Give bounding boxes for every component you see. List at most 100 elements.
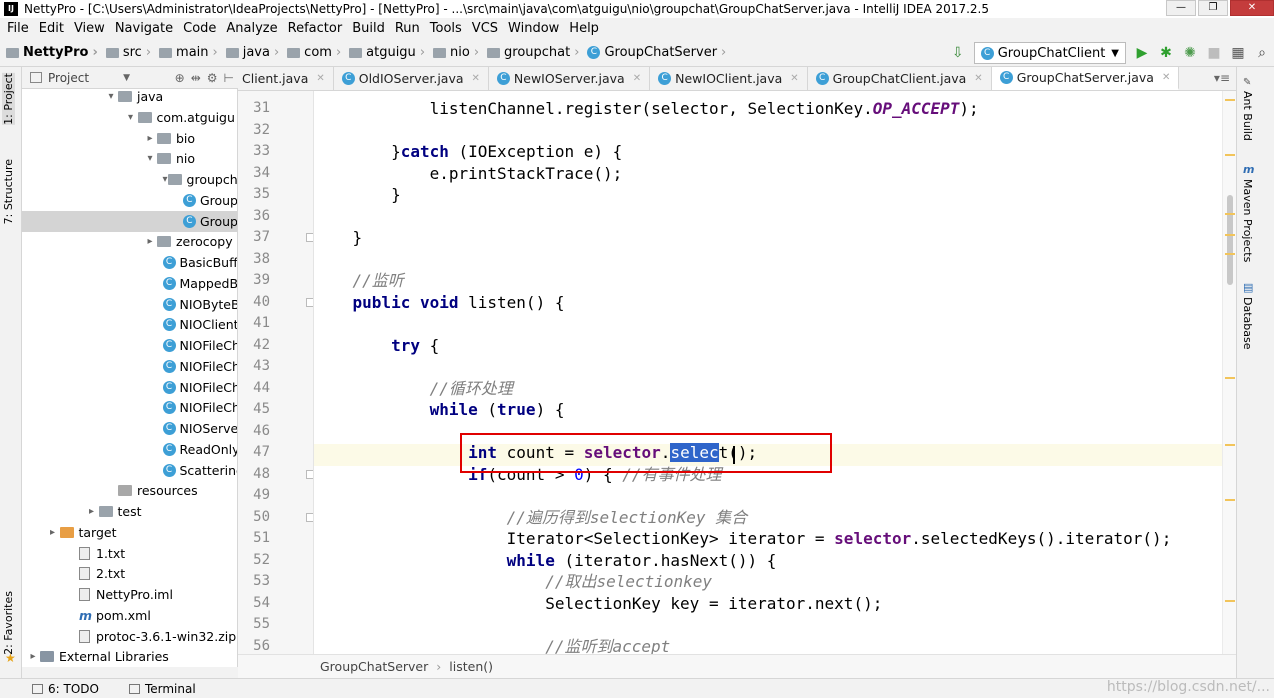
fold-marker-icon[interactable]	[306, 512, 313, 522]
tree-item[interactable]: C NIOFileCh	[22, 377, 237, 398]
menu-view[interactable]: View	[69, 21, 110, 36]
chevron-down-icon[interactable]: ▾	[104, 91, 118, 102]
tree-item[interactable]: C Scattering	[22, 460, 237, 481]
stop-icon[interactable]: ■	[1206, 45, 1222, 61]
menu-help[interactable]: Help	[564, 21, 604, 36]
nav-crumb[interactable]: groupchat ›	[481, 45, 581, 60]
close-icon[interactable]: ✕	[633, 73, 641, 84]
close-icon[interactable]: ✕	[790, 73, 798, 84]
maximize-button[interactable]: ❐	[1198, 0, 1228, 16]
tree-item[interactable]: ▸ External Libraries	[22, 646, 237, 667]
editor-tab[interactable]: C NewIOServer.java ✕	[489, 67, 651, 90]
editor-scrollbar[interactable]	[1222, 91, 1236, 654]
menu-file[interactable]: File	[2, 21, 34, 36]
tree-item[interactable]: ▾ groupchat	[22, 169, 238, 190]
chevron-right-icon[interactable]: ▸	[26, 651, 40, 662]
tree-item[interactable]: C NIOFileCh	[22, 335, 237, 356]
tree-item[interactable]: C MappedB	[22, 273, 237, 294]
tree-item[interactable]: resources	[22, 480, 237, 501]
todo-tool-button[interactable]: 6: TODO	[32, 682, 99, 696]
tree-item[interactable]: ▸ target	[22, 522, 237, 543]
scrollbar-thumb[interactable]	[1227, 195, 1233, 285]
chevron-right-icon[interactable]: ▸	[85, 506, 99, 517]
tree-item[interactable]: m pom.xml	[22, 605, 237, 626]
editor-tab[interactable]: C GroupChatServer.java ✕	[991, 67, 1180, 90]
menu-build[interactable]: Build	[347, 21, 390, 36]
collapse-icon[interactable]: ⇹	[191, 71, 201, 85]
maven-projects-tool-button[interactable]: Maven Projects	[1241, 179, 1254, 262]
breadcrumb-method[interactable]: listen()	[449, 659, 493, 674]
editor-tab[interactable]: C OldIOServer.java ✕	[334, 67, 489, 90]
menu-window[interactable]: Window	[503, 21, 564, 36]
close-icon[interactable]: ✕	[974, 73, 982, 84]
project-view-select[interactable]: Project	[48, 71, 89, 85]
menu-tools[interactable]: Tools	[425, 21, 467, 36]
close-icon[interactable]: ✕	[472, 73, 480, 84]
terminal-tool-button[interactable]: Terminal	[128, 682, 196, 696]
tree-item[interactable]: C NIOByteB	[22, 294, 237, 315]
editor-tab[interactable]: Client.java ✕	[238, 67, 334, 90]
close-button[interactable]: ✕	[1230, 0, 1274, 16]
tree-item[interactable]: NettyPro.iml	[22, 584, 237, 605]
tree-item[interactable]: ▾ java	[22, 89, 237, 107]
close-icon[interactable]: ✕	[1162, 72, 1170, 83]
tree-item[interactable]: C Group	[22, 190, 237, 211]
chevron-down-icon[interactable]: ▼	[123, 73, 130, 83]
menu-vcs[interactable]: VCS	[467, 21, 503, 36]
menu-edit[interactable]: Edit	[34, 21, 69, 36]
menu-code[interactable]: Code	[178, 21, 221, 36]
structure-tool-button[interactable]: 7: Structure	[2, 159, 15, 224]
editor-tab[interactable]: C NewIOClient.java ✕	[650, 67, 808, 90]
editor-tab[interactable]: C GroupChatClient.java ✕	[808, 67, 992, 90]
fold-marker-icon[interactable]	[306, 233, 313, 242]
tree-item[interactable]: C NIOClient	[22, 314, 237, 335]
tree-item[interactable]: C NIOFileCh	[22, 397, 237, 418]
database-tool-button[interactable]: Database	[1241, 297, 1254, 350]
ant-build-tool-button[interactable]: Ant Build	[1241, 91, 1254, 141]
debug-icon[interactable]: ✱	[1158, 45, 1174, 61]
tree-item[interactable]: C ReadOnly	[22, 439, 237, 460]
chevron-right-icon[interactable]: ▸	[143, 236, 157, 247]
run-icon[interactable]: ▶	[1134, 45, 1150, 61]
tabs-menu-icon[interactable]: ▾≡	[1214, 71, 1230, 85]
tree-item[interactable]: CBasicBuffe	[22, 252, 237, 273]
chevron-right-icon[interactable]: ▸	[143, 133, 157, 144]
tree-item[interactable]: C NIOFileCh	[22, 356, 237, 377]
nav-crumb[interactable]: com ›	[281, 45, 343, 60]
menu-analyze[interactable]: Analyze	[221, 21, 282, 36]
fold-marker-icon[interactable]	[306, 469, 313, 479]
project-tool-button[interactable]: 1: Project	[2, 73, 15, 125]
minimize-button[interactable]: —	[1166, 0, 1196, 16]
search-icon[interactable]: ⌕	[1254, 45, 1270, 61]
coverage-icon[interactable]: ✺	[1182, 45, 1198, 61]
close-icon[interactable]: ✕	[316, 73, 324, 84]
tree-item[interactable]: ▸ bio	[22, 128, 237, 149]
tree-item[interactable]: ▸ test	[22, 501, 237, 522]
project-structure-icon[interactable]: ▦	[1230, 45, 1246, 61]
nav-crumb[interactable]: atguigu ›	[343, 45, 427, 60]
sync-icon[interactable]: ⊕	[175, 71, 185, 85]
chevron-down-icon[interactable]: ▾	[124, 112, 138, 123]
nav-crumb[interactable]: C GroupChatServer ›	[581, 45, 728, 60]
nav-crumb[interactable]: NettyPro ›	[0, 45, 100, 60]
chevron-down-icon[interactable]: ▾	[163, 174, 168, 185]
fold-marker-icon[interactable]	[306, 297, 313, 307]
hide-icon[interactable]: ⊢	[224, 71, 234, 85]
nav-crumb[interactable]: main ›	[153, 45, 220, 60]
tree-item[interactable]: ▸ zerocopy	[22, 231, 237, 252]
tree-item[interactable]: C NIOServer	[22, 418, 237, 439]
menu-refactor[interactable]: Refactor	[283, 21, 348, 36]
gear-icon[interactable]: ⚙	[207, 71, 218, 85]
favorites-tool-button[interactable]: 2: Favorites	[2, 591, 15, 655]
breadcrumb-class[interactable]: GroupChatServer	[320, 659, 428, 674]
tree-item[interactable]: 2.txt	[22, 563, 237, 584]
tree-item[interactable]: ▾ nio	[22, 148, 237, 169]
tree-item[interactable]: 1.txt	[22, 543, 237, 564]
tree-item[interactable]: protoc-3.6.1-win32.zip	[22, 626, 237, 647]
nav-crumb[interactable]: java ›	[220, 45, 281, 60]
tree-item[interactable]: C Group	[22, 210, 237, 232]
run-config-select[interactable]: C GroupChatClient ▼	[973, 42, 1126, 64]
chevron-right-icon[interactable]: ▸	[46, 527, 60, 538]
menu-run[interactable]: Run	[390, 21, 425, 36]
menu-navigate[interactable]: Navigate	[110, 21, 178, 36]
